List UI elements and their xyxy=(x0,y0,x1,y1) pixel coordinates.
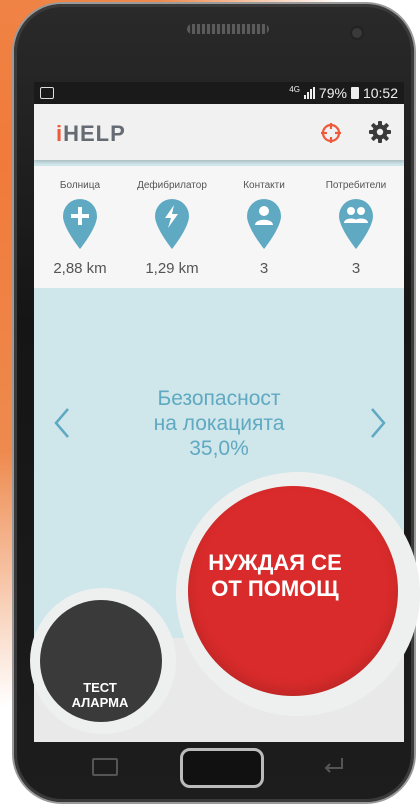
need-help-label[interactable]: НУЖДАЯ СЕ ОТ ПОМОЩ xyxy=(168,550,382,602)
stat-contacts[interactable]: Контакти 3 xyxy=(218,166,310,288)
settings-gear-icon[interactable] xyxy=(368,120,392,144)
stat-value: 3 xyxy=(259,260,269,277)
battery-percent: 79% xyxy=(318,85,347,101)
stat-users[interactable]: Потребители 3 xyxy=(310,166,402,288)
notification-icon xyxy=(40,87,54,99)
chevron-left-icon[interactable] xyxy=(52,406,72,440)
help-line2: ОТ ПОМОЩ xyxy=(211,576,339,601)
test-line1: ТЕСТ xyxy=(83,680,117,695)
stat-label: Болница xyxy=(59,180,101,191)
test-line2: АЛАРМА xyxy=(71,695,129,710)
group-icon xyxy=(339,199,373,249)
stat-label: Контакти xyxy=(243,180,285,191)
hardware-nav-bar xyxy=(34,742,404,792)
person-icon xyxy=(247,199,281,249)
battery-icon xyxy=(350,87,359,99)
locate-target-icon[interactable] xyxy=(320,122,342,144)
safety-title-line1: Безопасност xyxy=(157,387,281,410)
stat-value: 3 xyxy=(351,260,361,277)
stat-value: 2,88 km xyxy=(53,260,107,277)
stat-label: Дефибрилатор xyxy=(137,180,207,191)
app-bar: iHELP xyxy=(34,104,404,160)
recent-apps-icon[interactable] xyxy=(92,758,118,776)
back-icon[interactable] xyxy=(320,754,346,774)
front-camera xyxy=(352,28,362,38)
test-alarm-label[interactable]: ТЕСТ АЛАРМА xyxy=(40,680,160,710)
logo-text: HELP xyxy=(63,121,126,146)
help-line1: НУЖДАЯ СЕ xyxy=(208,550,342,575)
network-type: 4G xyxy=(289,84,300,94)
earpiece-speaker xyxy=(187,24,269,34)
safety-title-line2: на локацията xyxy=(153,412,285,435)
clock: 10:52 xyxy=(362,85,398,101)
home-button[interactable] xyxy=(180,748,264,788)
stat-value: 1,29 km xyxy=(145,260,199,277)
lightning-icon xyxy=(155,199,189,249)
stat-hospital[interactable]: Болница 2,88 km xyxy=(34,166,126,288)
safety-value: 35,0% xyxy=(189,437,249,460)
stat-label: Потребители xyxy=(325,180,387,191)
nearby-stats: Болница 2,88 km Дефибрилатор 1,29 km Кон… xyxy=(34,166,404,288)
stat-defibrillator[interactable]: Дефибрилатор 1,29 km xyxy=(126,166,218,288)
signal-icon xyxy=(303,87,315,99)
hospital-cross-icon xyxy=(63,199,97,249)
status-bar: 4G 79% 10:52 xyxy=(34,82,404,104)
chevron-right-icon[interactable] xyxy=(368,406,388,440)
app-logo: iHELP xyxy=(56,121,126,147)
safety-readout: Безопасност на локацията 35,0% xyxy=(94,386,344,461)
